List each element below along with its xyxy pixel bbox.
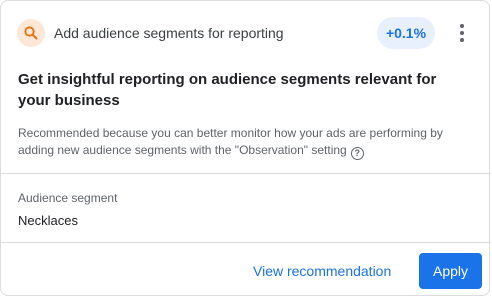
recommendation-headline: Get insightful reporting on audience seg… [18,71,437,109]
more-vert-icon [460,24,464,28]
audience-segment-label: Audience segment [18,191,118,205]
audience-segment-value: Necklaces [18,213,78,228]
apply-button[interactable]: Apply [419,253,482,289]
view-recommendation-link[interactable]: View recommendation [253,262,391,280]
uplift-badge: +0.1% [377,17,435,49]
search-icon [17,19,45,47]
more-options-button[interactable] [451,21,473,45]
section-divider [1,173,491,174]
recommendation-title: Add audience segments for reporting [54,25,284,41]
card-header: Add audience segments for reporting +0.1… [1,1,491,63]
help-icon[interactable]: ? [350,147,364,160]
reason-text: Recommended because you can better monit… [18,126,443,157]
recommendation-reason: Recommended because you can better monit… [18,125,478,160]
recommendation-card: Add audience segments for reporting +0.1… [0,0,491,296]
actions-divider [1,242,491,243]
